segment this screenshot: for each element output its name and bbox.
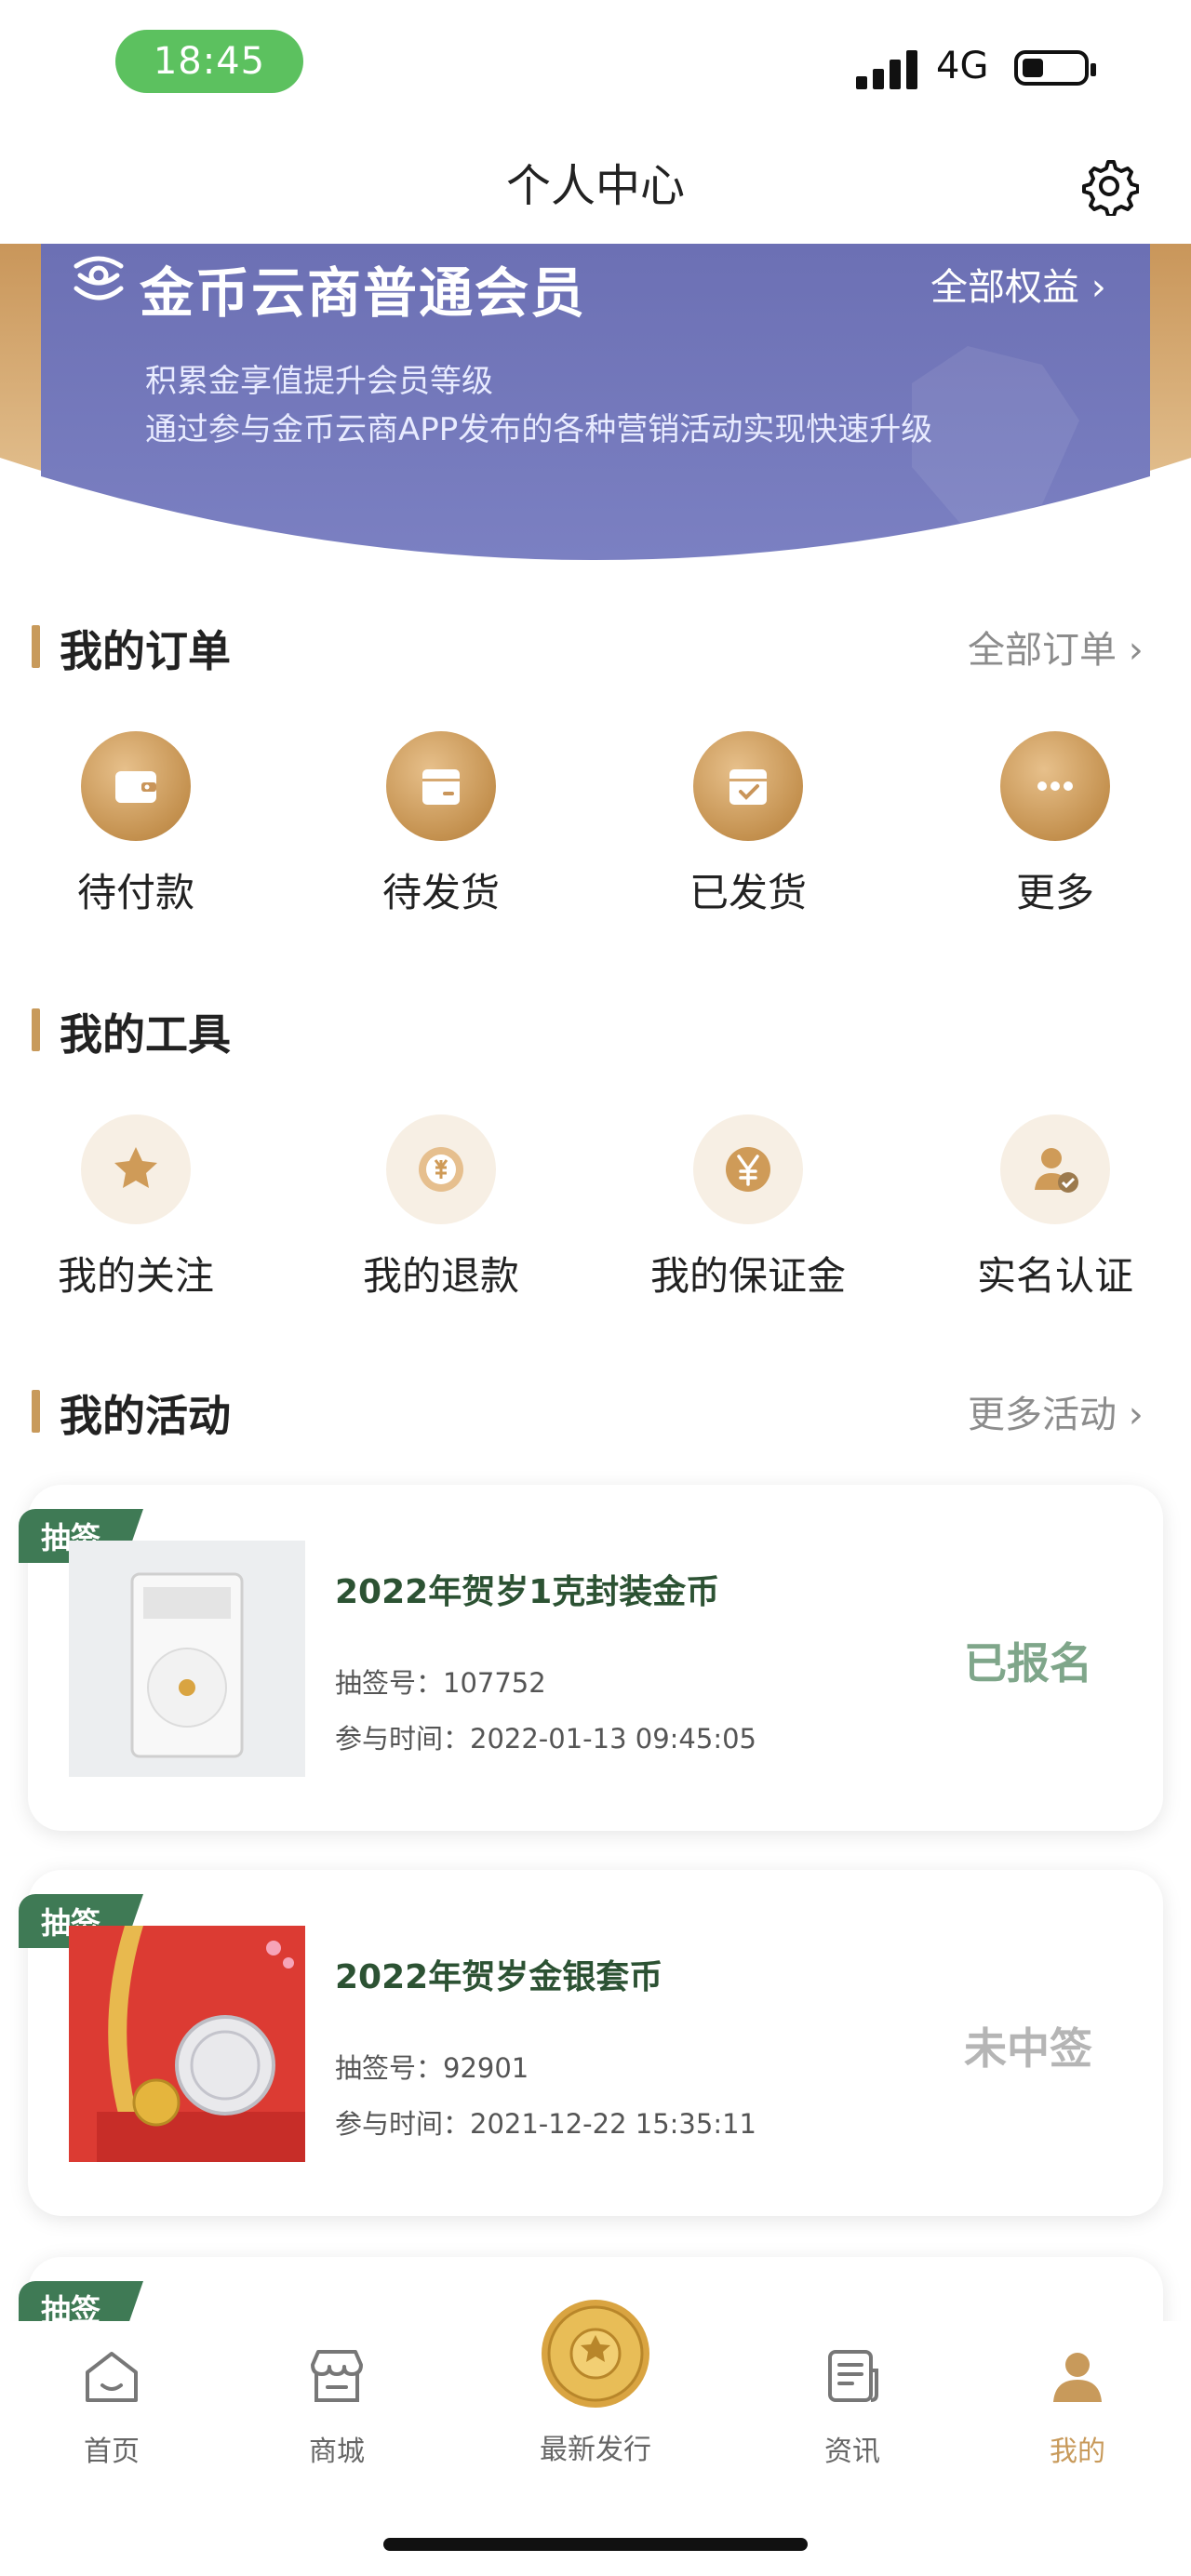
order-label: 更多 [1015, 870, 1094, 915]
tool-label: 我的保证金 [649, 1253, 846, 1299]
all-orders-link[interactable]: 全部订单 › [968, 620, 1144, 674]
activity-title: 2022年贺岁1克封装金币 [335, 1573, 720, 1611]
refund-icon [386, 1114, 496, 1224]
tool-real-name-verification[interactable]: 实名认证 [953, 1114, 1158, 1301]
lottery-number: 抽签号：107752 [335, 1667, 546, 1699]
verified-user-icon [1000, 1114, 1110, 1224]
box-icon [386, 731, 496, 841]
shipped-box-icon [693, 731, 803, 841]
activities-section-title: 我的活动 [60, 1391, 231, 1441]
profile-icon [1053, 2353, 1102, 2402]
nav-label: 首页 [84, 2436, 140, 2468]
yen-deposit-icon [693, 1114, 803, 1224]
nav-label: 最新发行 [540, 2434, 651, 2466]
section-marker [32, 1390, 40, 1433]
member-level-title: 金币云商普通会员 [140, 261, 587, 325]
nav-home[interactable]: 首页 [37, 2344, 186, 2469]
product-image-gold-silver-set [69, 1926, 305, 2162]
tool-label: 实名认证 [976, 1253, 1133, 1299]
order-pending-shipment[interactable]: 待发货 [339, 731, 543, 918]
product-image-gold-coin-1g [69, 1541, 305, 1777]
network-type: 4G [936, 45, 989, 87]
tool-favorites[interactable]: 我的关注 [33, 1114, 238, 1301]
nav-profile[interactable]: 我的 [1003, 2344, 1152, 2469]
order-more[interactable]: 更多 [953, 731, 1158, 918]
nav-label: 我的 [1050, 2436, 1105, 2468]
home-icon [86, 2352, 138, 2402]
join-time: 参与时间：2022-01-13 09:45:05 [335, 1723, 756, 1755]
gold-coin-icon [542, 2300, 649, 2408]
tool-deposit[interactable]: 我的保证金 [646, 1114, 850, 1301]
wallet-icon [81, 731, 191, 841]
nav-news[interactable]: 资讯 [778, 2344, 927, 2469]
nav-new-release[interactable]: 最新发行 [521, 2298, 670, 2467]
lottery-number: 抽签号：92901 [335, 2052, 529, 2084]
banner-description-1: 积累金享值提升会员等级 [145, 363, 493, 400]
more-dots-icon [1000, 731, 1110, 841]
join-time: 参与时间：2021-12-22 15:35:11 [335, 2108, 756, 2140]
nav-label: 商城 [309, 2436, 365, 2468]
tool-label: 我的关注 [57, 1253, 214, 1299]
section-marker [32, 625, 40, 668]
member-badge-icon [74, 256, 124, 300]
tool-refunds[interactable]: 我的退款 [339, 1114, 543, 1301]
orders-section-title: 我的订单 [60, 626, 231, 676]
store-icon [311, 2350, 363, 2402]
home-indicator [383, 2538, 808, 2551]
all-benefits-link[interactable]: 全部权益 › [930, 257, 1106, 311]
signal-icon [856, 48, 921, 89]
status-time: 18:45 [115, 30, 303, 93]
activity-status: 已报名 [964, 1638, 1092, 1688]
nav-label: 资讯 [824, 2436, 880, 2468]
more-activities-link[interactable]: 更多活动 › [968, 1384, 1144, 1438]
star-icon [81, 1114, 191, 1224]
news-icon [828, 2350, 878, 2402]
tool-label: 我的退款 [362, 1253, 519, 1299]
section-marker [32, 1008, 40, 1051]
order-label: 待付款 [76, 870, 194, 915]
order-shipped[interactable]: 已发货 [646, 731, 850, 918]
tools-section-title: 我的工具 [60, 1009, 231, 1060]
order-label: 待发货 [381, 870, 500, 915]
battery-icon [1014, 50, 1096, 86]
settings-gear-icon[interactable] [1079, 156, 1139, 216]
order-pending-payment[interactable]: 待付款 [33, 731, 238, 918]
banner-description-2: 通过参与金币云商APP发布的各种营销活动实现快速升级 [145, 411, 933, 448]
page-title: 个人中心 [505, 160, 685, 212]
order-label: 已发货 [689, 870, 807, 915]
nav-store[interactable]: 商城 [262, 2344, 411, 2469]
activity-status: 未中签 [964, 2023, 1092, 2074]
activity-title: 2022年贺岁金银套币 [335, 1958, 663, 1996]
